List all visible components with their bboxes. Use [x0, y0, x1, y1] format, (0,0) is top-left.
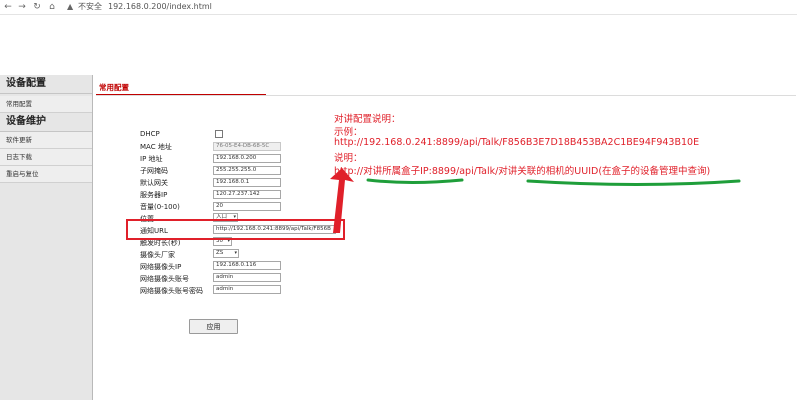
annotation-overlay: [330, 168, 741, 233]
green-underline-ip: [366, 178, 464, 184]
green-underline-uuid: [526, 179, 741, 186]
red-arrow-icon: [330, 168, 354, 233]
